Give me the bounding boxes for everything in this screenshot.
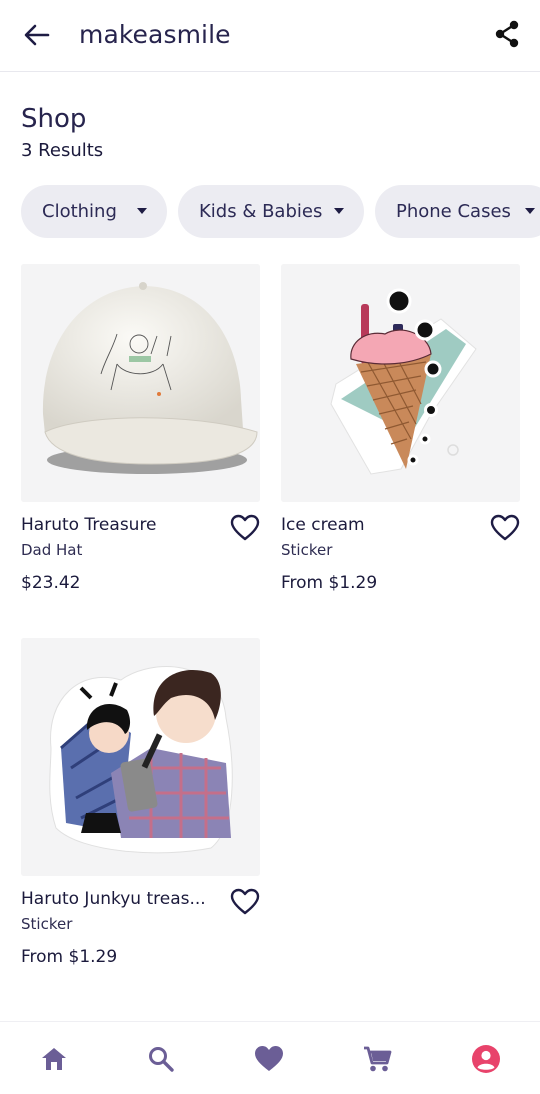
cart-icon xyxy=(364,1046,392,1072)
nav-favorites[interactable] xyxy=(254,1044,284,1074)
favorite-button[interactable] xyxy=(490,514,520,542)
heart-outline-icon xyxy=(490,514,520,541)
product-name: Ice cream xyxy=(281,515,365,535)
filter-chips: Clothing Kids & Babies Phone Cases xyxy=(21,185,540,238)
home-icon xyxy=(42,1048,66,1070)
dropdown-caret-icon xyxy=(334,208,344,214)
search-icon xyxy=(149,1047,174,1072)
share-icon xyxy=(495,20,519,48)
couple-sticker-image xyxy=(21,638,260,876)
product-card-haruto-junkyu[interactable]: Haruto Junkyu treas... Sticker From $1.2… xyxy=(21,638,260,967)
bottom-navigation xyxy=(0,1021,540,1094)
product-price: From $1.29 xyxy=(21,947,118,967)
filter-chip-phone-cases[interactable]: Phone Cases xyxy=(375,185,540,238)
nav-account[interactable] xyxy=(471,1044,501,1074)
arrow-left-icon xyxy=(24,24,50,46)
product-type: Dad Hat xyxy=(21,541,83,559)
app-title: makeasmile xyxy=(79,20,231,49)
product-card-haruto-treasure[interactable]: Haruto Treasure Dad Hat $23.42 xyxy=(21,264,260,593)
product-price: $23.42 xyxy=(21,573,81,593)
dropdown-caret-icon xyxy=(137,208,147,214)
filter-chip-kids-babies[interactable]: Kids & Babies xyxy=(178,185,364,238)
back-button[interactable] xyxy=(20,18,54,52)
product-card-ice-cream[interactable]: Ice cream Sticker From $1.29 xyxy=(281,264,520,593)
filter-chip-clothing[interactable]: Clothing xyxy=(21,185,167,238)
share-button[interactable] xyxy=(490,17,524,51)
product-image[interactable] xyxy=(21,264,260,502)
product-name: Haruto Treasure xyxy=(21,515,157,535)
results-count: 3 Results xyxy=(21,140,104,161)
nav-home[interactable] xyxy=(39,1044,69,1074)
product-image[interactable] xyxy=(21,638,260,876)
dropdown-caret-icon xyxy=(525,208,535,214)
heart-outline-icon xyxy=(230,888,260,915)
account-icon xyxy=(472,1045,500,1073)
product-type: Sticker xyxy=(281,541,333,559)
product-image[interactable] xyxy=(281,264,520,502)
product-type: Sticker xyxy=(21,915,73,933)
favorite-button[interactable] xyxy=(230,514,260,542)
page-title: Shop xyxy=(21,104,87,134)
favorite-button[interactable] xyxy=(230,888,260,916)
heart-icon xyxy=(255,1046,283,1071)
nav-cart[interactable] xyxy=(362,1044,392,1074)
chip-label: Kids & Babies xyxy=(199,201,323,222)
nav-search[interactable] xyxy=(146,1044,176,1074)
product-price: From $1.29 xyxy=(281,573,378,593)
chip-label: Phone Cases xyxy=(396,201,511,222)
chip-label: Clothing xyxy=(42,201,117,222)
product-name: Haruto Junkyu treas... xyxy=(21,889,206,909)
heart-outline-icon xyxy=(230,514,260,541)
top-app-bar: makeasmile xyxy=(0,0,540,72)
dad-hat-image xyxy=(21,264,260,502)
ice-cream-sticker-image xyxy=(281,264,520,502)
